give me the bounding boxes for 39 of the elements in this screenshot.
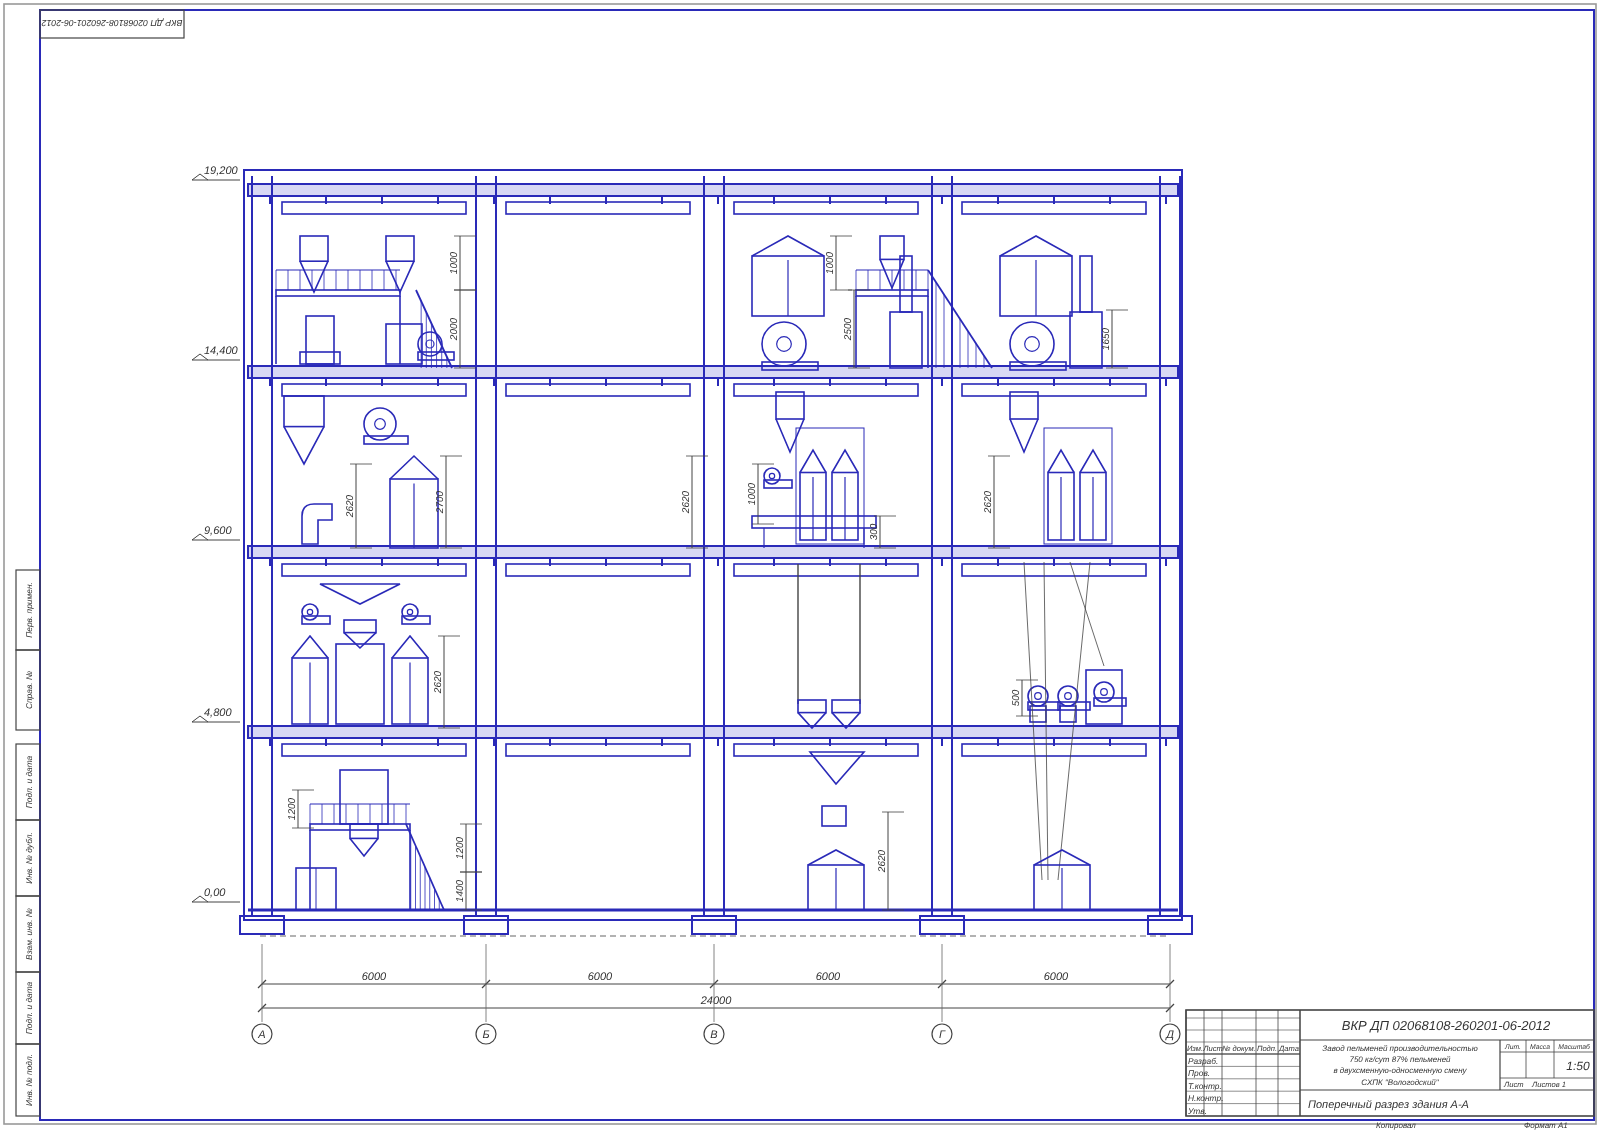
elevation-mark-icon [191,715,241,723]
dimension-line [685,455,709,549]
dimension-line [453,289,477,369]
axis-marker [475,1023,497,1045]
mixer-drawing [291,603,331,725]
dimension-line [453,235,477,291]
tank-drawing [389,454,439,549]
hopper-drawing [283,395,325,466]
elevation-mark-icon [191,895,241,903]
dimension-line [987,455,1011,549]
axis-marker [703,1023,725,1045]
dimension-line [847,289,871,369]
mixer-drawing [335,619,385,725]
pump-drawing [821,805,847,827]
elbow-pipe-drawing [301,503,333,545]
elevation-mark-icon [191,173,241,181]
dimension-line [459,823,483,873]
dimension-line [751,463,775,525]
fan-drawing [363,407,409,445]
hopper-drawing [808,751,866,786]
elevation-mark-icon [191,533,241,541]
equipment-drawing [999,235,1103,371]
dimension-line [1015,679,1039,717]
hopper-drawing [319,583,401,605]
dimension-line [873,515,897,549]
dimension-line [349,463,373,549]
dimension-line [291,789,315,829]
dimension-line [459,871,483,911]
tank-drawing [807,849,865,911]
dimension-line [437,635,461,729]
axis-marker [251,1023,273,1045]
dimension-line [881,811,905,911]
dimension-line [1105,309,1129,369]
mixer-drawing [391,603,431,725]
dimension-line [439,455,463,549]
axis-marker [931,1023,953,1045]
axis-marker [1159,1023,1181,1045]
dimension-line [829,235,853,291]
elevation-mark-icon [191,353,241,361]
